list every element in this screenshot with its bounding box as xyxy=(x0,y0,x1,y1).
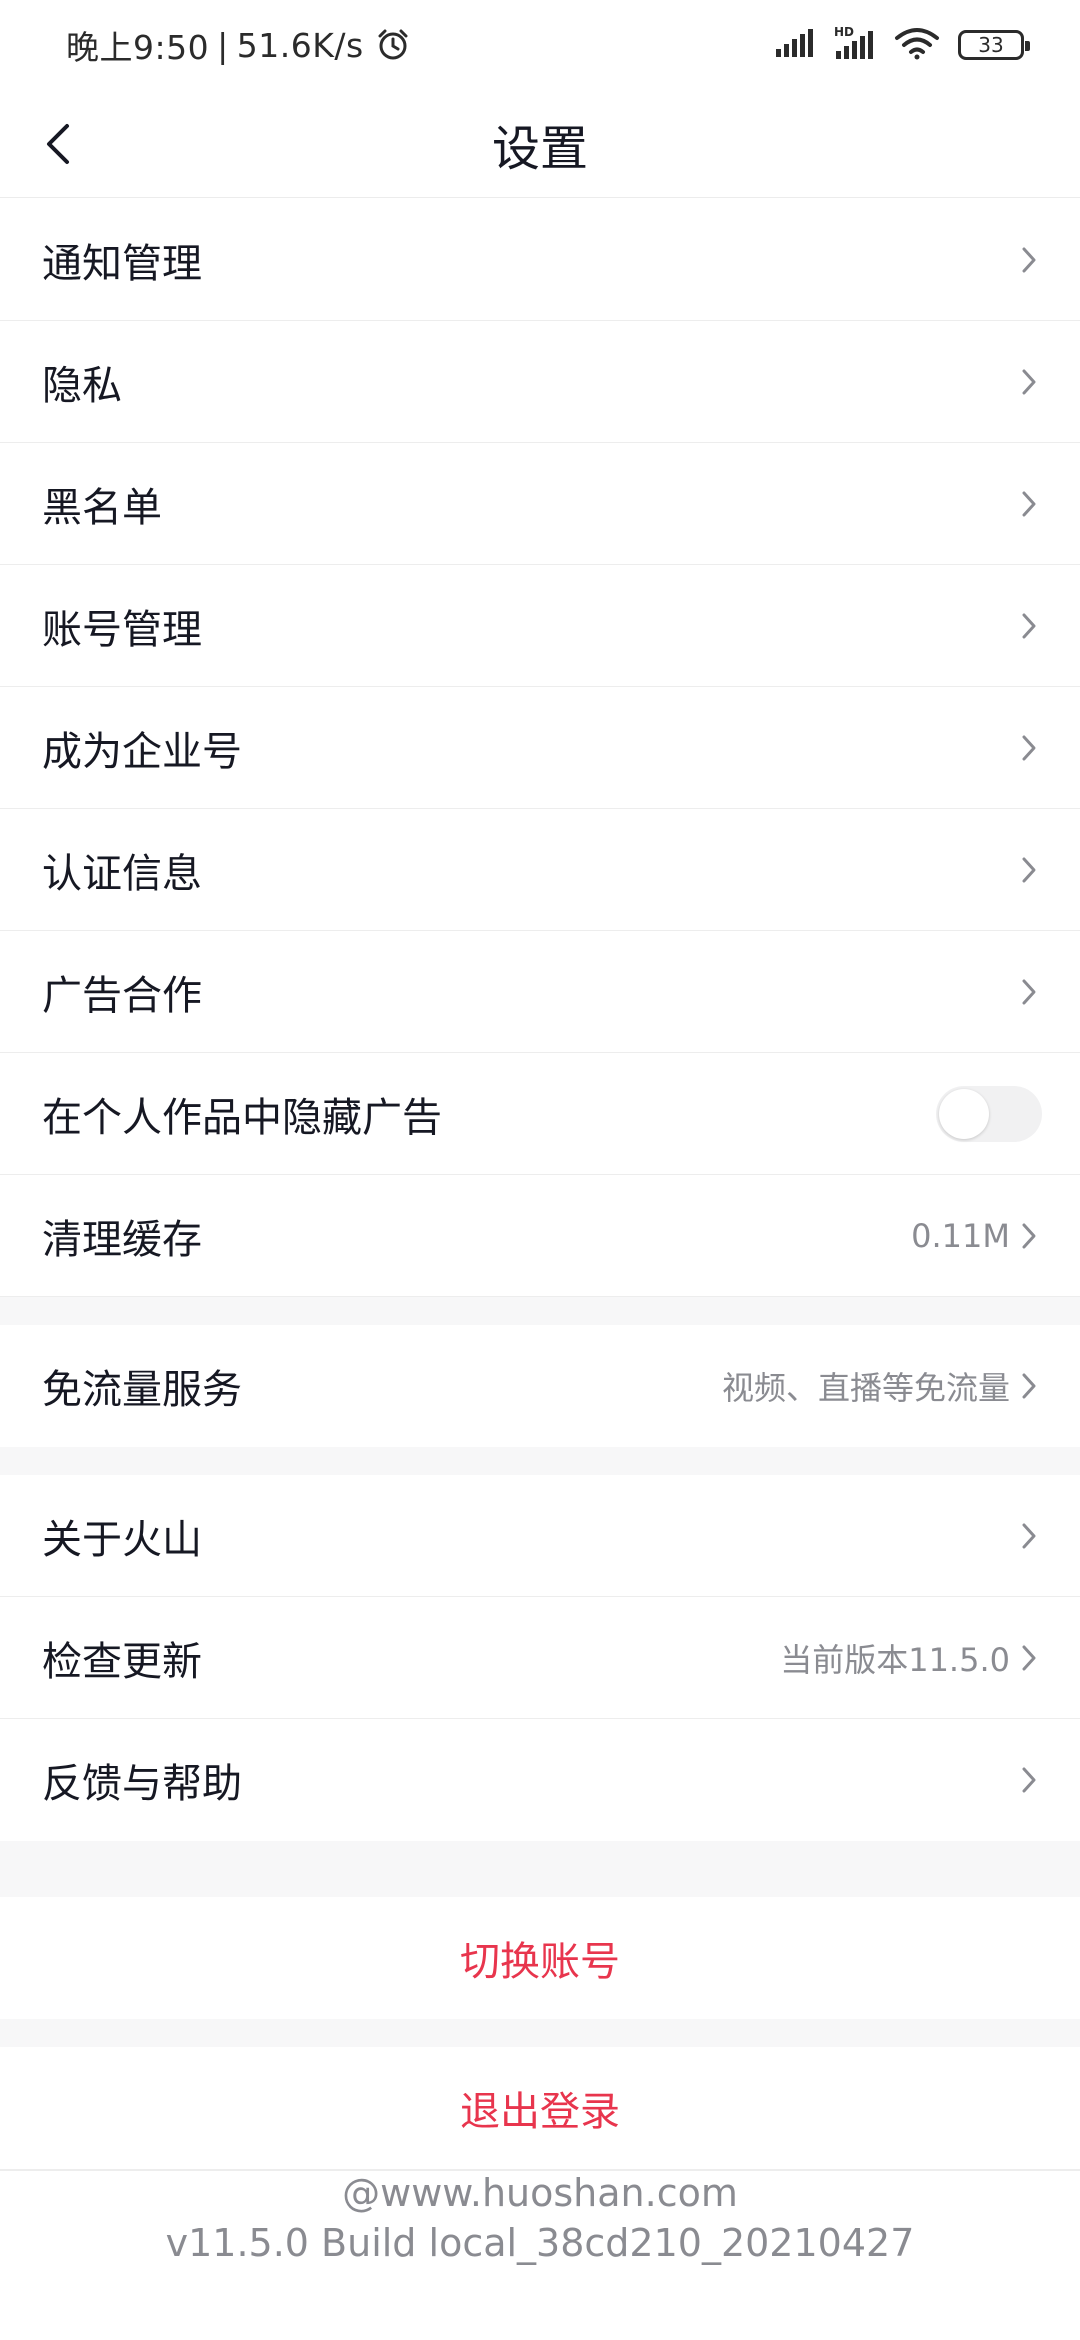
logout-button[interactable]: 退出登录 xyxy=(0,2047,1080,2169)
hide-ads-toggle[interactable] xyxy=(936,1085,1042,1142)
section-divider xyxy=(0,2019,1080,2047)
row-label: 反馈与帮助 xyxy=(42,1761,242,1807)
section-divider xyxy=(0,1447,1080,1475)
logout-label: 退出登录 xyxy=(460,2089,620,2135)
settings-list: 通知管理 隐私 黑名单 账号管理 成为企业号 认证信息 广告合作 在个人作品中隐… xyxy=(0,199,1080,2171)
chevron-right-icon xyxy=(1018,240,1040,280)
footer-website: @www.huoshan.com xyxy=(342,2171,738,2215)
status-network-speed: 51.6K/s xyxy=(236,25,364,65)
row-label: 广告合作 xyxy=(42,972,202,1019)
row-label: 关于火山 xyxy=(42,1516,202,1563)
status-bar: 晚上9:50 | 51.6K/s HD 33 xyxy=(0,0,1080,90)
chevron-right-icon xyxy=(1018,1216,1040,1256)
row-verification-info[interactable]: 认证信息 xyxy=(0,809,1080,931)
row-label: 免流量服务 xyxy=(42,1367,242,1413)
svg-text:HD: HD xyxy=(834,25,854,39)
back-button[interactable] xyxy=(28,114,88,174)
row-clear-cache[interactable]: 清理缓存 0.11M xyxy=(0,1175,1080,1297)
switch-account-button[interactable]: 切换账号 xyxy=(0,1897,1080,2019)
row-blacklist[interactable]: 黑名单 xyxy=(0,443,1080,565)
cache-size-value: 0.11M xyxy=(911,1216,1010,1255)
page-title: 设置 xyxy=(491,120,588,177)
chevron-right-icon xyxy=(1018,850,1040,890)
chevron-right-icon xyxy=(1018,362,1040,402)
row-ad-cooperation[interactable]: 广告合作 xyxy=(0,931,1080,1053)
footer: @www.huoshan.com v11.5.0 Build local_38c… xyxy=(0,2168,1080,2268)
status-left: 晚上9:50 | 51.6K/s xyxy=(66,21,410,69)
row-become-enterprise[interactable]: 成为企业号 xyxy=(0,687,1080,809)
row-about-huoshan[interactable]: 关于火山 xyxy=(0,1475,1080,1597)
row-label: 认证信息 xyxy=(42,850,202,897)
alarm-clock-icon xyxy=(376,28,410,62)
chevron-right-icon xyxy=(1018,484,1040,524)
row-label: 在个人作品中隐藏广告 xyxy=(42,1094,442,1141)
row-account-management[interactable]: 账号管理 xyxy=(0,565,1080,687)
chevron-right-icon xyxy=(1018,1516,1040,1556)
wifi-icon xyxy=(894,26,940,64)
battery-indicator: 33 xyxy=(958,30,1030,60)
row-privacy[interactable]: 隐私 xyxy=(0,321,1080,443)
cellular-signal-icon xyxy=(774,27,816,63)
switch-account-label: 切换账号 xyxy=(460,1939,620,1985)
row-label: 清理缓存 xyxy=(42,1216,202,1263)
status-time: 晚上9:50 xyxy=(66,28,210,67)
row-label: 账号管理 xyxy=(42,606,202,653)
footer-build-info: v11.5.0 Build local_38cd210_20210427 xyxy=(165,2221,915,2265)
chevron-right-icon xyxy=(1018,1760,1040,1800)
row-hide-ads: 在个人作品中隐藏广告 xyxy=(0,1053,1080,1175)
toggle-knob xyxy=(939,1088,989,1139)
row-free-data-service[interactable]: 免流量服务 视频、直播等免流量 xyxy=(0,1325,1080,1447)
chevron-right-icon xyxy=(1018,606,1040,646)
row-label: 检查更新 xyxy=(42,1638,202,1685)
row-feedback-help[interactable]: 反馈与帮助 xyxy=(0,1719,1080,1841)
free-data-value: 视频、直播等免流量 xyxy=(721,1369,1010,1407)
row-label: 黑名单 xyxy=(42,484,162,531)
battery-level: 33 xyxy=(978,33,1004,57)
row-notification-management[interactable]: 通知管理 xyxy=(0,199,1080,321)
chevron-right-icon xyxy=(1018,1638,1040,1678)
status-separator: | xyxy=(217,25,229,65)
section-divider xyxy=(0,1297,1080,1325)
status-right: HD 33 xyxy=(774,25,1030,65)
chevron-right-icon xyxy=(1018,972,1040,1012)
chevron-left-icon xyxy=(47,124,69,164)
chevron-right-icon xyxy=(1018,1366,1040,1406)
nav-bar: 设置 xyxy=(0,90,1080,198)
chevron-right-icon xyxy=(1018,728,1040,768)
row-label: 隐私 xyxy=(42,362,122,409)
hd-signal-icon: HD xyxy=(834,25,876,65)
section-divider xyxy=(0,1841,1080,1897)
row-check-update[interactable]: 检查更新 当前版本11.5.0 xyxy=(0,1597,1080,1719)
row-label: 通知管理 xyxy=(42,240,202,287)
row-label: 成为企业号 xyxy=(42,728,242,775)
current-version-value: 当前版本11.5.0 xyxy=(780,1640,1010,1679)
